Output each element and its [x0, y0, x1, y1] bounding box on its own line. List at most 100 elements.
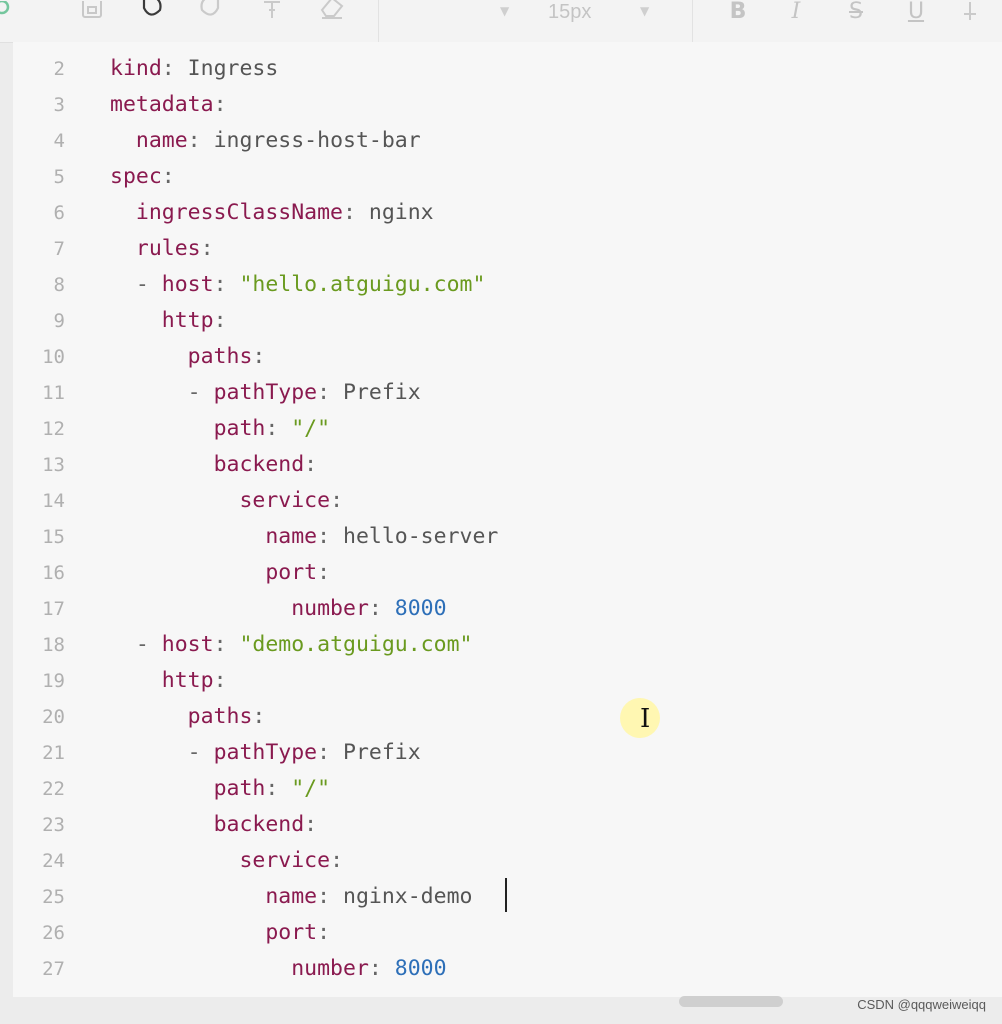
code-text: paths: [110, 699, 266, 735]
yaml-colon: : [368, 596, 382, 621]
chevron-down-icon[interactable]: ▼ [640, 4, 649, 18]
yaml-colon: : [213, 668, 227, 693]
list-dash: - [135, 632, 162, 657]
yaml-key: path [213, 776, 266, 801]
list-dash: - [187, 380, 214, 405]
code-line[interactable]: 13 backend: [13, 447, 317, 483]
yaml-colon: : [213, 272, 227, 297]
line-number: 14 [42, 490, 65, 512]
code-line[interactable]: 8 - host: "hello.atguigu.com" [13, 267, 486, 303]
list-dash: - [135, 272, 162, 297]
yaml-value: Prefix [330, 380, 421, 405]
code-editor[interactable]: 2 kind: Ingress 3 metadata: 4 name: ingress-… [13, 42, 1002, 997]
code-line[interactable]: 7 rules: [13, 231, 214, 267]
line-number: 25 [42, 886, 65, 908]
code-line[interactable]: 20 paths: [13, 699, 265, 735]
code-line[interactable]: 17 number: 8000 [13, 591, 446, 627]
code-line[interactable]: 19 http: [13, 663, 226, 699]
yaml-key: pathType [213, 740, 318, 765]
code-lines: 2 kind: Ingress 3 metadata: 4 name: ingress-… [13, 51, 498, 987]
toolbar: ▼ 15px ▼ B I S U [0, 0, 1002, 43]
code-line[interactable]: 5 spec: [13, 159, 175, 195]
code-text: number: 8000 [110, 591, 447, 627]
yaml-colon: : [213, 92, 227, 117]
code-line[interactable]: 4 name: ingress-host-bar [13, 123, 421, 159]
redo-icon[interactable] [196, 0, 224, 24]
code-line[interactable]: 12 path: "/" [13, 411, 330, 447]
code-text: - pathType: Prefix [110, 735, 421, 771]
ibeam-cursor-icon: I [640, 704, 651, 734]
line-number: 12 [42, 418, 65, 440]
code-text: http: [110, 303, 227, 339]
code-line[interactable]: 23 backend: [13, 807, 317, 843]
yaml-colon: : [200, 236, 214, 261]
more-icon[interactable] [956, 0, 984, 24]
yaml-key: paths [187, 704, 253, 729]
font-size-value: 15px [548, 0, 592, 23]
horizontal-scrollbar-thumb[interactable] [679, 996, 783, 1007]
code-line[interactable]: 2 kind: Ingress [13, 51, 279, 87]
underline-icon[interactable]: U [902, 0, 930, 24]
yaml-value: nginx-demo [330, 884, 473, 909]
undo-icon[interactable] [138, 0, 166, 24]
save-icon[interactable] [78, 0, 106, 24]
editor-window: ▼ 15px ▼ B I S U 2 kind: Ingress 3 metadata… [0, 0, 1002, 1024]
yaml-value: Ingress [174, 56, 279, 81]
line-number: 18 [42, 634, 65, 656]
line-number: 16 [42, 562, 65, 584]
code-line[interactable]: 16 port: [13, 555, 330, 591]
code-line[interactable]: 6 ingressClassName: nginx [13, 195, 434, 231]
code-line[interactable]: 22 path: "/" [13, 771, 330, 807]
code-line[interactable]: 24 service: [13, 843, 343, 879]
italic-icon[interactable]: I [782, 0, 810, 24]
strikethrough-icon[interactable]: S [842, 0, 870, 24]
code-line[interactable]: 27 number: 8000 [13, 951, 446, 987]
line-number: 15 [42, 526, 65, 548]
code-line[interactable]: 11 - pathType: Prefix [13, 375, 421, 411]
gear-icon[interactable] [0, 0, 16, 24]
bold-icon[interactable]: B [724, 0, 752, 24]
code-text: name: hello-server [110, 519, 498, 555]
yaml-colon: : [304, 452, 318, 477]
code-line[interactable]: 15 name: hello-server [13, 519, 498, 555]
code-text: service: [110, 843, 343, 879]
code-line[interactable]: 14 service: [13, 483, 343, 519]
code-line[interactable]: 18 - host: "demo.atguigu.com" [13, 627, 472, 663]
yaml-colon: : [317, 380, 331, 405]
line-number: 5 [53, 166, 65, 188]
code-line[interactable]: 21 - pathType: Prefix [13, 735, 421, 771]
eraser-icon[interactable] [318, 0, 346, 24]
yaml-colon: : [213, 308, 227, 333]
code-text: rules: [110, 231, 214, 267]
yaml-key: kind [110, 56, 162, 81]
code-line[interactable]: 26 port: [13, 915, 330, 951]
yaml-key: http [161, 308, 214, 333]
yaml-colon: : [265, 776, 279, 801]
code-line[interactable]: 9 http: [13, 303, 227, 339]
line-number: 6 [53, 202, 65, 224]
yaml-colon: : [317, 740, 331, 765]
yaml-value: 8000 [381, 596, 447, 621]
code-text: backend: [110, 447, 318, 483]
yaml-colon: : [252, 704, 266, 729]
format-painter-icon[interactable] [258, 0, 286, 24]
code-line[interactable]: 25 name: nginx-demo [13, 879, 472, 915]
line-number: 21 [42, 742, 65, 764]
font-family-dropdown[interactable]: ▼ [500, 4, 509, 18]
font-size-select[interactable]: 15px [548, 0, 591, 24]
code-line[interactable]: 10 paths: [13, 339, 265, 375]
code-line[interactable]: 3 metadata: [13, 87, 227, 123]
code-text: port: [110, 915, 330, 951]
